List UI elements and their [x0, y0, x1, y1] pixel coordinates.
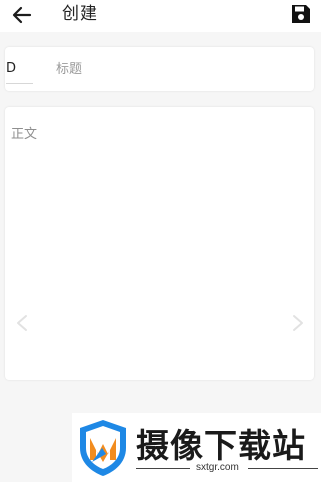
title-prefix-underline: [6, 83, 33, 84]
app-toolbar: 创建: [0, 0, 321, 32]
title-prefix-label: D: [6, 61, 17, 76]
watermark-site-name: 摄像下载站: [136, 426, 306, 465]
watermark-domain: sxtgr.com: [196, 462, 239, 473]
title-input[interactable]: [56, 59, 296, 79]
save-icon[interactable]: [290, 3, 312, 25]
chevron-right-icon[interactable]: [291, 313, 305, 333]
chevron-left-icon[interactable]: [15, 313, 29, 333]
body-card: [5, 107, 314, 380]
shield-logo-icon: [80, 420, 126, 476]
watermark-divider-left: [136, 468, 190, 469]
site-watermark: 摄像下载站 sxtgr.com: [72, 413, 321, 482]
page-title: 创建: [62, 4, 98, 24]
watermark-divider-right: [248, 468, 318, 469]
title-card: D: [5, 47, 314, 91]
body-textarea[interactable]: [11, 123, 306, 373]
back-arrow-icon[interactable]: [9, 3, 35, 27]
